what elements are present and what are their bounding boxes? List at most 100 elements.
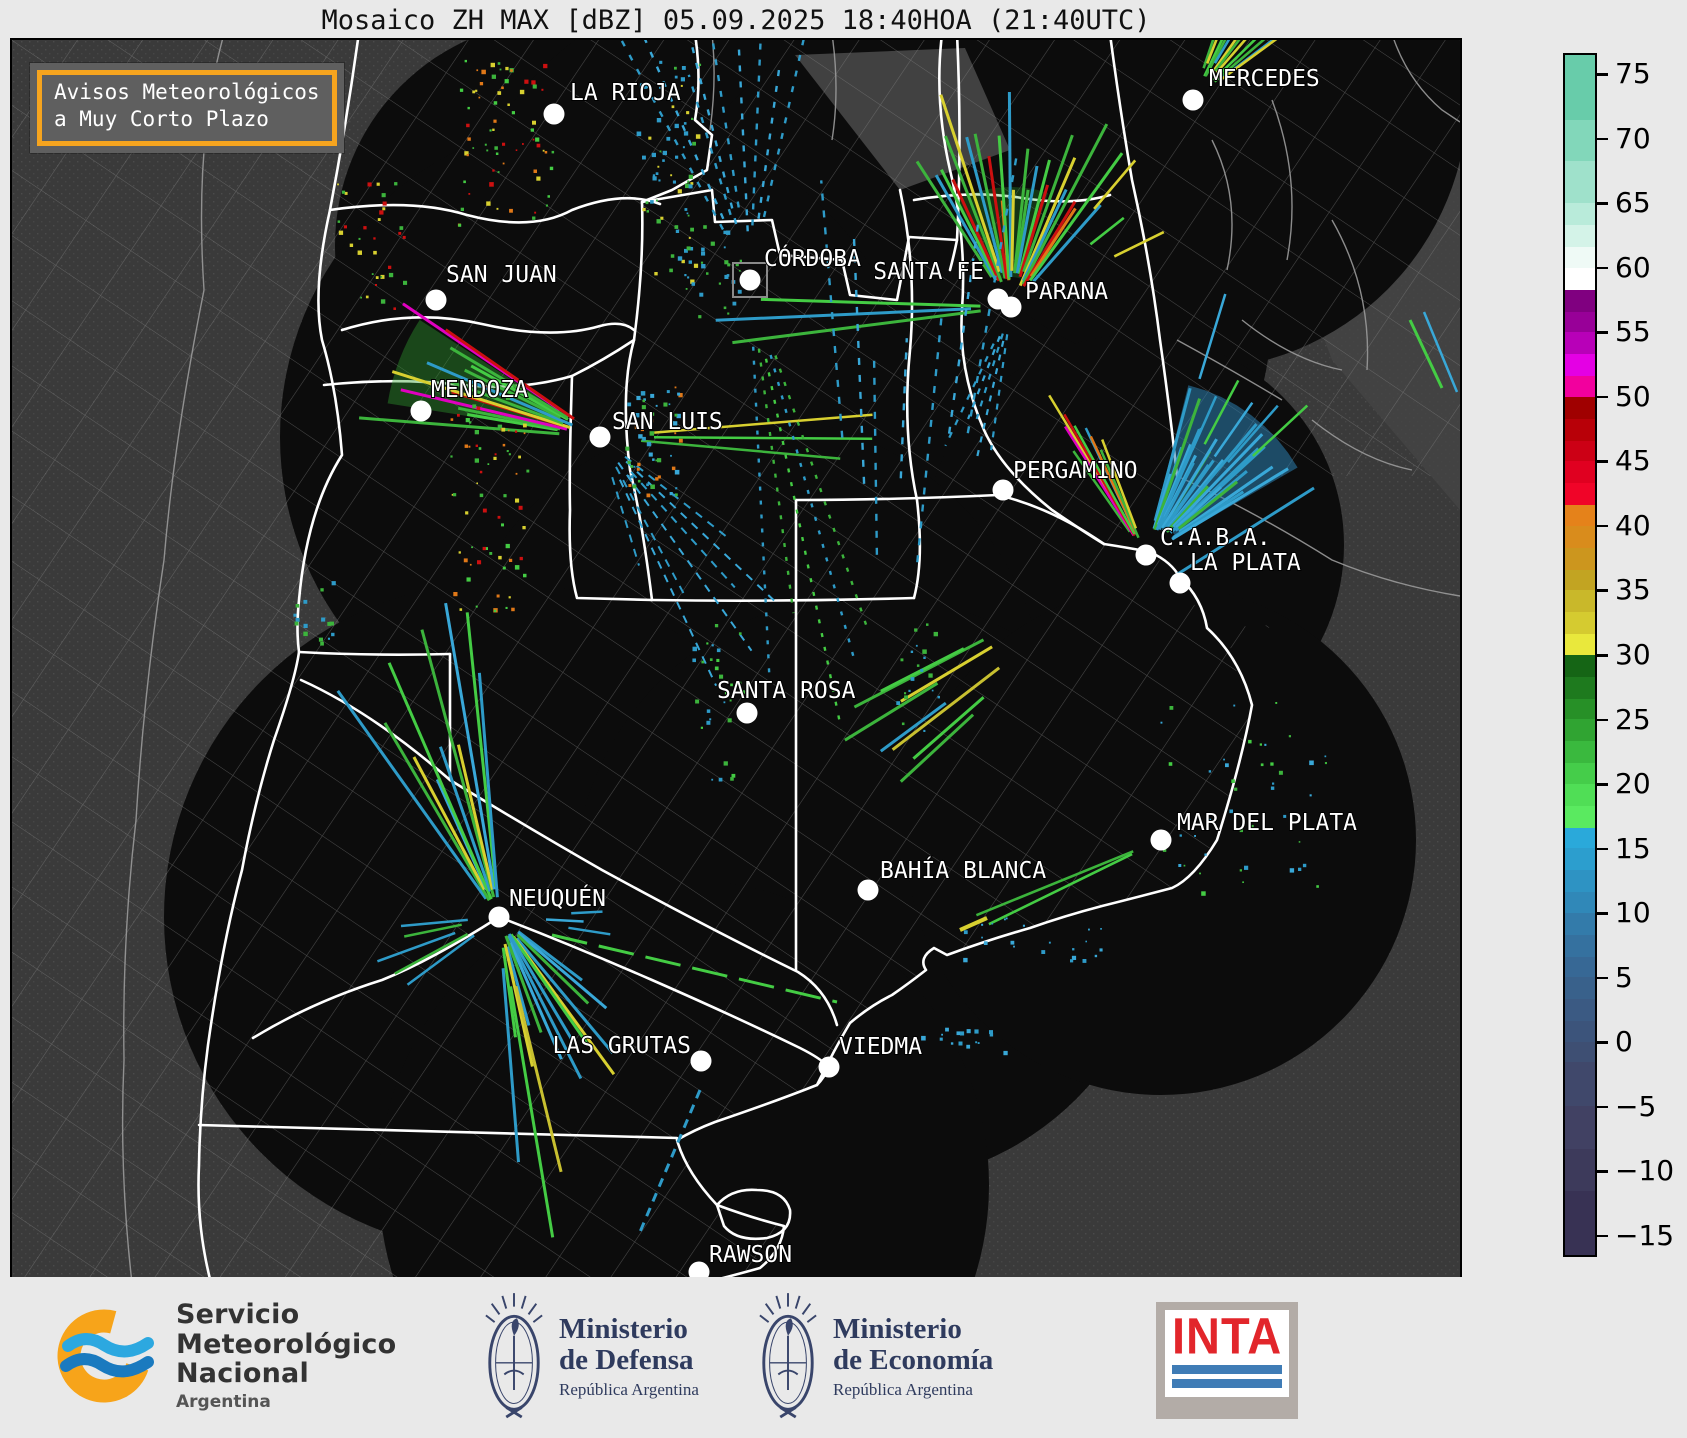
radar-echo-cell — [674, 469, 680, 475]
radar-echo-cell — [468, 421, 472, 424]
radar-echo-streak — [1007, 91, 1013, 278]
radar-echo-cell — [1298, 841, 1301, 843]
radar-echo-cell — [398, 231, 402, 235]
radar-echo-cell — [645, 201, 649, 205]
economia-line2: de Economía — [833, 1344, 994, 1376]
radar-echo-cell — [475, 605, 478, 608]
radar-echo-cell — [723, 246, 726, 249]
radar-echo-cell — [642, 207, 646, 212]
radar-echo-cell — [496, 207, 499, 210]
colorbar-tick-label: −10 — [1615, 1154, 1675, 1188]
radar-echo-cell — [711, 778, 714, 781]
colorbar-segment — [1565, 783, 1595, 806]
city-label: NEUQUÉN — [509, 884, 606, 912]
radar-echo-cell — [686, 111, 690, 115]
radar-echo-cell — [669, 492, 673, 496]
radar-echo-cell — [657, 458, 662, 463]
radar-echo-cell — [522, 143, 524, 145]
colorbar-segment — [1565, 440, 1595, 462]
city-dot — [818, 1056, 840, 1078]
radar-echo-cell — [687, 276, 690, 279]
radar-echo-cell — [471, 546, 473, 549]
radar-echo-cell — [380, 276, 383, 278]
radar-echo-cell — [463, 180, 466, 184]
radar-echo-cell — [402, 235, 406, 239]
radar-echo-cell — [502, 566, 506, 570]
radar-echo-cell — [698, 63, 702, 66]
colorbar-segment — [1565, 461, 1595, 484]
radar-echo-cell — [650, 484, 655, 489]
radar-echo-cell — [901, 722, 905, 726]
radar-echo-cell — [475, 89, 478, 92]
radar-echo-cell — [514, 565, 520, 570]
radar-echo-cell — [681, 66, 686, 70]
radar-echo-cell — [692, 658, 696, 663]
radar-echo-cell — [1004, 918, 1006, 921]
radar-echo-cell — [685, 288, 688, 290]
radar-echo-cell — [493, 101, 498, 105]
radar-echo-cell — [382, 207, 386, 211]
radar-echo-cell — [467, 137, 471, 141]
radar-echo-cell — [706, 642, 709, 645]
radar-echo-cell — [1231, 779, 1235, 783]
colorbar-tick-label: 45 — [1615, 444, 1651, 478]
radar-echo-cell — [320, 588, 324, 592]
radar-echo-cell — [486, 201, 491, 206]
radar-echo-cell — [489, 129, 492, 132]
colorbar-segment — [1565, 698, 1595, 720]
radar-echo-cell — [670, 454, 672, 457]
radar-echo-cell — [923, 656, 926, 659]
economia-line1: Ministerio — [833, 1312, 962, 1345]
radar-echo-cell — [700, 726, 703, 729]
radar-echo-cell — [1248, 739, 1252, 744]
city-label: LAS GRUTAS — [553, 1033, 691, 1059]
radar-echo-cell — [492, 128, 495, 131]
radar-echo-cell — [670, 254, 675, 258]
radar-echo-cell — [1072, 948, 1075, 951]
radar-echo-cell — [904, 692, 907, 695]
radar-echo-cell — [683, 122, 687, 125]
radar-echo-cell — [481, 69, 486, 75]
radar-echo-cell — [503, 494, 507, 498]
radar-echo-cell — [716, 648, 721, 653]
radar-echo-cell — [331, 632, 335, 637]
radar-echo-cell — [627, 402, 632, 407]
smn-logo: Servicio Meteorológico Nacional Argentin… — [52, 1297, 396, 1415]
radar-echo-cell — [472, 147, 475, 149]
radar-echo-cell — [699, 292, 704, 297]
radar-echo-cell — [963, 957, 968, 963]
radar-echo-cell — [453, 493, 457, 497]
radar-echo-cell — [541, 88, 544, 91]
alert-box[interactable]: Avisos Meteorológicos a Muy Corto Plazo — [30, 63, 344, 153]
radar-echo-cell — [1160, 721, 1163, 724]
radar-echo-cell — [494, 146, 498, 150]
radar-echo-cell — [910, 650, 914, 653]
colorbar-tick — [1597, 912, 1608, 915]
radar-echo-cell — [492, 169, 495, 172]
colorbar-segment — [1565, 547, 1595, 570]
radar-echo-cell — [693, 263, 699, 268]
radar-echo-cell — [388, 272, 394, 278]
radar-echo-cell — [472, 90, 476, 94]
colorbar-tick — [1597, 395, 1608, 399]
colorbar-segment — [1565, 654, 1595, 677]
radar-echo-cell — [658, 179, 661, 182]
city-label: CÓRDOBA — [764, 244, 861, 272]
colorbar-segment — [1565, 676, 1595, 699]
radar-echo-cell — [981, 923, 984, 926]
city-label: PERGAMINO — [1013, 458, 1138, 484]
inta-label: INTA — [1172, 1306, 1283, 1365]
radar-echo-cell — [933, 631, 938, 637]
radar-echo-cell — [723, 761, 728, 766]
colorbar-segment — [1565, 1191, 1595, 1255]
radar-echo-cell — [703, 225, 707, 229]
radar-echo-cell — [627, 475, 630, 478]
radar-echo-cell — [709, 658, 713, 661]
radar-echo-cell — [530, 128, 534, 132]
radar-echo-cell — [975, 1041, 978, 1044]
colorbar-segment — [1565, 289, 1595, 312]
colorbar-tick-label: 35 — [1615, 573, 1651, 607]
radar-echo-cell — [515, 149, 518, 151]
radar-echo-cell — [652, 174, 656, 177]
radar-echo-cell — [648, 136, 652, 140]
